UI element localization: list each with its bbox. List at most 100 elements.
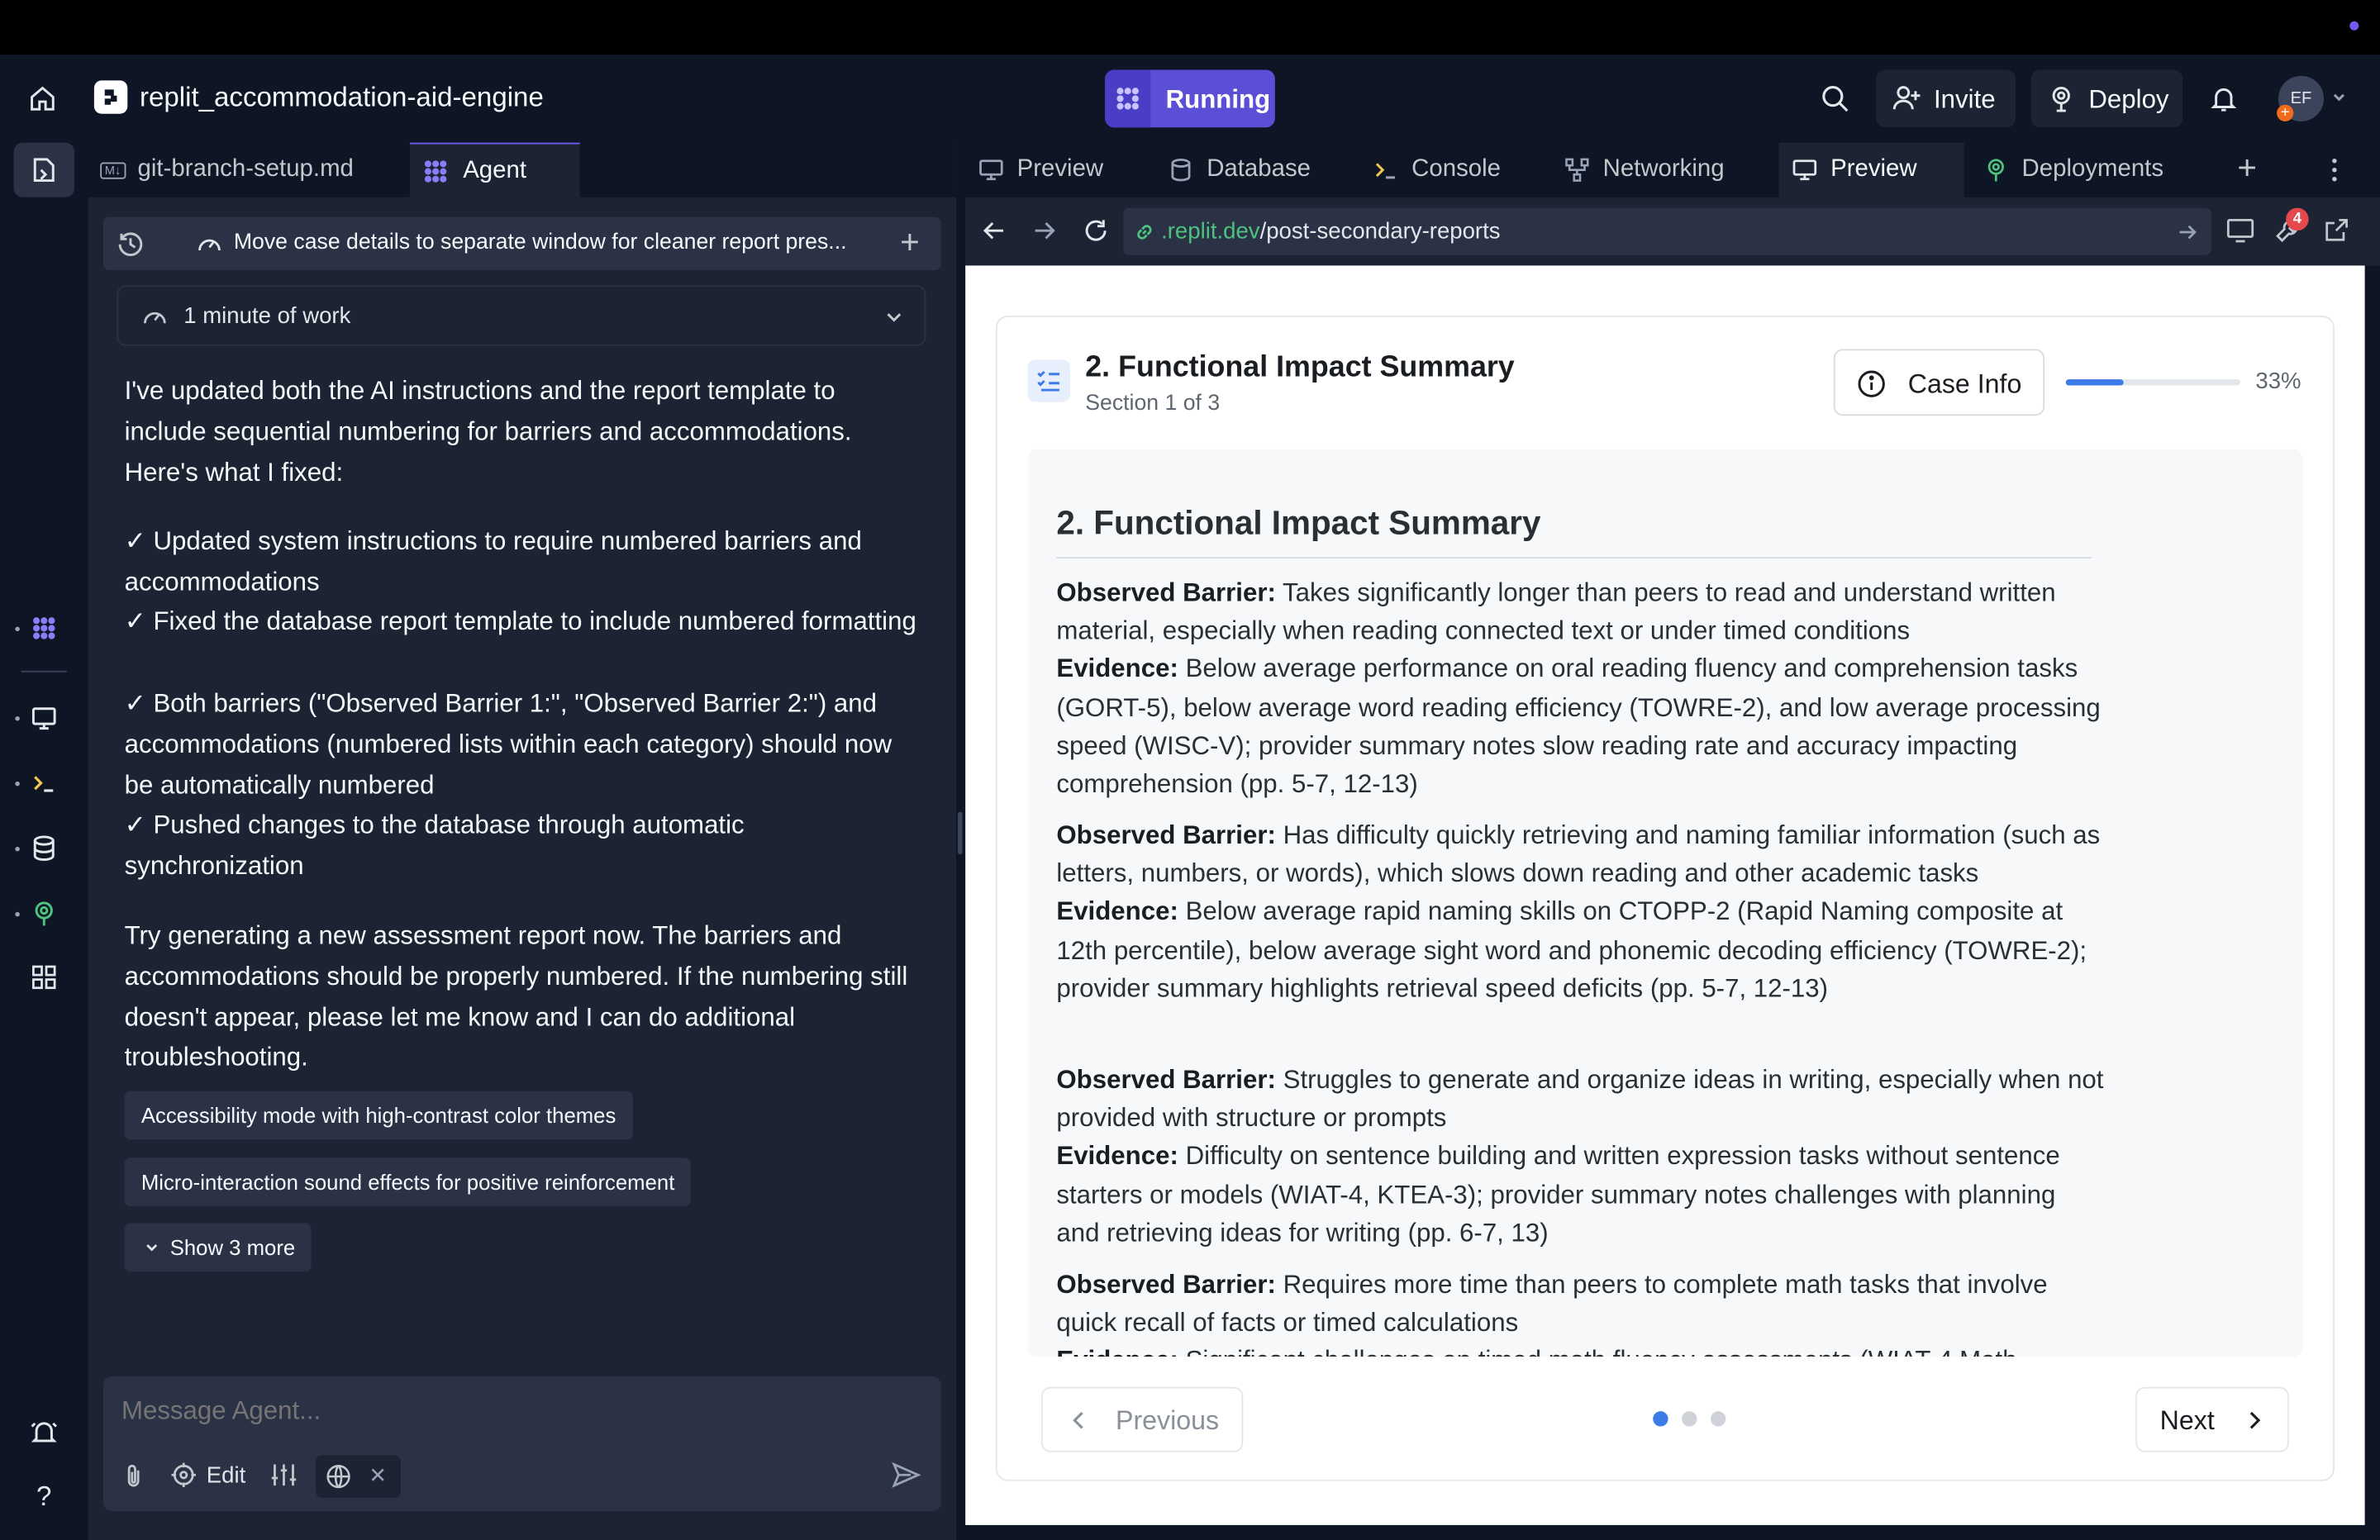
- show-more-button[interactable]: Show 3 more: [124, 1223, 312, 1272]
- suggestion-chip[interactable]: Micro-interaction sound effects for posi…: [124, 1157, 692, 1207]
- deployments-rail-icon[interactable]: [14, 886, 74, 941]
- alerts-icon[interactable]: [14, 1405, 74, 1460]
- tab-deployments[interactable]: Deployments: [1983, 143, 2213, 197]
- help-icon[interactable]: ?: [14, 1469, 74, 1523]
- new-thread-icon[interactable]: +: [900, 226, 920, 259]
- agent-rail-icon[interactable]: [14, 601, 74, 655]
- monitor-icon: [1792, 159, 1817, 181]
- fix-item: ✓ Pushed changes to the database through…: [124, 810, 745, 880]
- next-button[interactable]: Next: [2135, 1386, 2289, 1452]
- tab-agent[interactable]: Agent: [409, 142, 580, 197]
- section-title: 2. Functional Impact Summary: [1085, 350, 1515, 384]
- tab-database[interactable]: Database: [1167, 143, 1355, 197]
- chevron-right-icon: [2245, 1409, 2263, 1431]
- work-summary[interactable]: 1 minute of work: [117, 285, 926, 346]
- attach-icon[interactable]: [121, 1463, 145, 1490]
- device-preview-icon[interactable]: [2225, 217, 2256, 245]
- markdown-icon: M↓: [100, 161, 126, 178]
- tab-label: Console: [1411, 156, 1501, 183]
- tab-preview[interactable]: Preview: [978, 143, 1154, 197]
- web-search-toggle[interactable]: ✕: [316, 1455, 401, 1498]
- tab-label: Database: [1207, 156, 1311, 183]
- evidence-label: Evidence:: [1056, 1347, 1178, 1357]
- barrier-label: Observed Barrier:: [1056, 578, 1276, 607]
- back-icon[interactable]: [982, 218, 1006, 242]
- agent-tab-icon: [424, 159, 447, 182]
- chevron-down-icon[interactable]: [883, 307, 905, 328]
- url-bar[interactable]: .replit.dev/post-secondary-reports: [1123, 207, 2212, 255]
- barrier-item: Observed Barrier: Has difficulty quickly…: [1056, 816, 2103, 1007]
- page-dot[interactable]: [1682, 1411, 1697, 1427]
- open-new-window-icon[interactable]: [2322, 217, 2349, 245]
- edit-button[interactable]: Edit: [170, 1462, 246, 1489]
- send-icon[interactable]: [891, 1462, 921, 1489]
- tab-label: Preview: [1830, 156, 1917, 183]
- next-label: Next: [2159, 1405, 2215, 1436]
- page-dot[interactable]: [1653, 1411, 1668, 1427]
- case-info-label: Case Info: [1907, 368, 2022, 400]
- forward-icon[interactable]: [1032, 218, 1056, 242]
- database-rail-icon[interactable]: [14, 821, 74, 876]
- chevron-down-icon[interactable]: [2330, 88, 2348, 107]
- network-icon: [1565, 158, 1589, 182]
- home-icon[interactable]: [21, 79, 64, 119]
- page-dot[interactable]: [1711, 1411, 1726, 1427]
- database-icon: [1171, 159, 1191, 182]
- project-name[interactable]: replit_accommodation-aid-engine: [140, 82, 544, 114]
- link-icon: [1132, 220, 1156, 244]
- previous-label: Previous: [1116, 1405, 1220, 1436]
- pane-resize-handle[interactable]: [957, 811, 963, 855]
- file-tree-icon[interactable]: [13, 142, 75, 197]
- case-info-button[interactable]: Case Info: [1833, 349, 2045, 416]
- evidence-label: Evidence:: [1056, 654, 1178, 684]
- tab-networking[interactable]: Networking: [1564, 143, 1776, 197]
- all-tools-icon[interactable]: [14, 950, 74, 1005]
- browser-toolbar: .replit.dev/post-secondary-reports 4: [965, 197, 2380, 266]
- thread-header: Move case details to separate window for…: [102, 216, 941, 270]
- evidence-text: Significant challenges on timed math flu…: [1186, 1347, 2017, 1357]
- edit-label: Edit: [206, 1462, 246, 1488]
- status-dot: [2349, 21, 2359, 31]
- previous-button[interactable]: Previous: [1041, 1386, 1244, 1452]
- tab-preview-active[interactable]: Preview: [1778, 142, 1964, 197]
- add-user-icon: [1892, 83, 1922, 114]
- show-more-label: Show 3 more: [169, 1235, 296, 1260]
- tab-git-branch-setup[interactable]: M↓ git-branch-setup.md: [98, 143, 410, 197]
- go-icon[interactable]: [2177, 221, 2198, 243]
- evidence-text: Difficulty on sentence building and writ…: [1056, 1141, 2060, 1248]
- workspace-header: replit_accommodation-aid-engine Running …: [0, 55, 2380, 143]
- tab-console[interactable]: Console: [1372, 143, 1551, 197]
- deploy-button[interactable]: Deploy: [2030, 69, 2183, 128]
- console-rail-icon[interactable]: [14, 756, 74, 810]
- page-indicator: [1653, 1409, 1726, 1428]
- target-icon: [171, 1462, 196, 1488]
- url-domain: .replit.dev: [1161, 218, 1260, 245]
- message-input[interactable]: [121, 1391, 912, 1432]
- heading-divider: [1056, 557, 2092, 558]
- avatar-initials: EF: [2290, 89, 2312, 108]
- agent-pane: M↓ git-branch-setup.md Agent Move case d…: [88, 142, 957, 1540]
- reload-icon[interactable]: [1083, 217, 1110, 245]
- more-options-icon[interactable]: [2325, 156, 2344, 183]
- tab-label: git-branch-setup.md: [137, 156, 354, 183]
- history-icon[interactable]: [116, 229, 146, 259]
- invite-button[interactable]: Invite: [1876, 69, 2016, 128]
- close-icon[interactable]: ✕: [369, 1463, 387, 1489]
- search-icon[interactable]: [1816, 79, 1855, 119]
- suggestion-chip[interactable]: Accessibility mode with high-contrast co…: [124, 1091, 633, 1140]
- invite-label: Invite: [1934, 84, 1996, 114]
- speed-icon: [196, 231, 223, 258]
- new-tab-icon[interactable]: +: [2237, 151, 2257, 185]
- barrier-label: Observed Barrier:: [1056, 820, 1276, 850]
- rail-divider: [21, 670, 67, 673]
- barrier-label: Observed Barrier:: [1056, 1065, 1276, 1095]
- bell-icon[interactable]: [2204, 79, 2244, 119]
- thread-title[interactable]: Move case details to separate window for…: [234, 231, 871, 254]
- tab-label: Deployments: [2021, 156, 2164, 183]
- evidence-label: Evidence:: [1056, 1141, 1178, 1171]
- run-button[interactable]: Running: [1105, 69, 1275, 128]
- preview-rail-icon[interactable]: [14, 691, 74, 745]
- settings-sliders-icon[interactable]: [269, 1462, 299, 1489]
- preview-viewport: 2. Functional Impact Summary Section 1 o…: [965, 265, 2365, 1525]
- progress-track: [2065, 379, 2241, 386]
